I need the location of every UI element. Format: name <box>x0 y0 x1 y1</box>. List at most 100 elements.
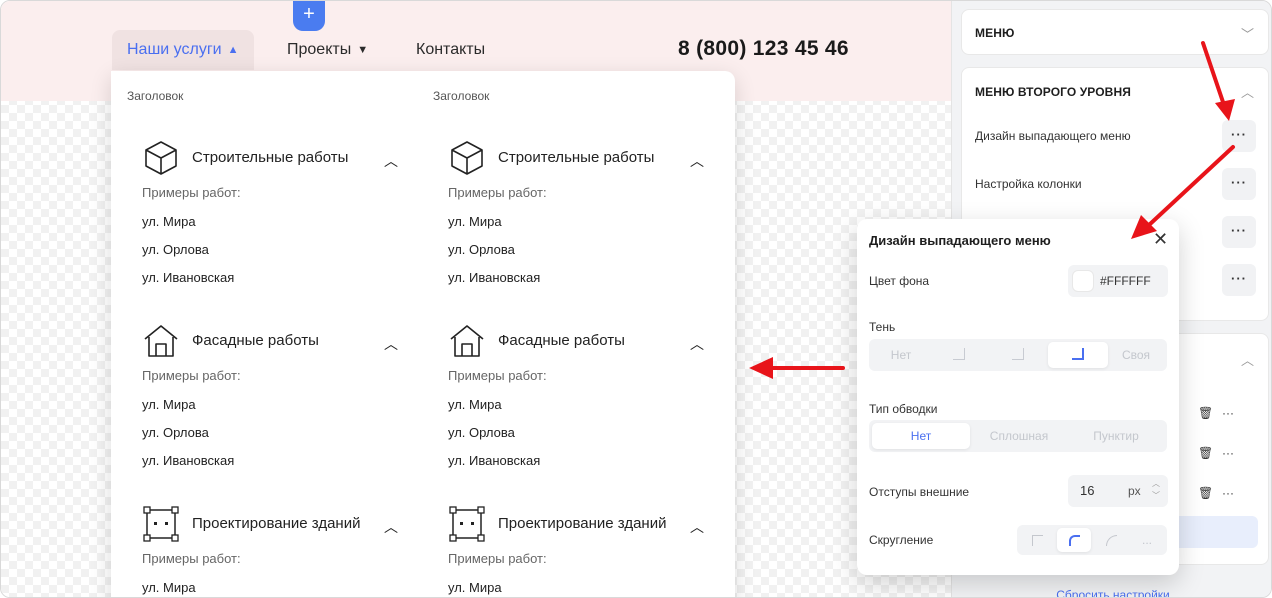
cube-icon <box>145 141 177 175</box>
section-title: Строительные работы <box>192 149 349 166</box>
outer-margin-value: 16 <box>1080 483 1095 498</box>
nav-services-label: Наши услуги <box>127 41 222 58</box>
shadow-option-custom[interactable]: Своя <box>1108 342 1164 368</box>
shadow-option-medium[interactable] <box>988 342 1048 368</box>
dropdown-design-popup: Дизайн выпадающего меню ✕ Цвет фона #FFF… <box>857 219 1179 575</box>
nav-item-projects[interactable]: Проекты ▼ <box>287 30 368 70</box>
list-item[interactable]: ул. Орлова <box>448 425 515 440</box>
section-title: Проектирование зданий <box>498 515 667 532</box>
nav-contacts-label: Контакты <box>416 41 486 58</box>
phone-number[interactable]: 8 (800) 123 45 46 <box>678 37 849 61</box>
shadow-label: Тень <box>869 320 896 334</box>
popup-title: Дизайн выпадающего меню <box>869 233 1051 248</box>
stepper-icon[interactable]: ︿ ﹀ <box>1152 478 1160 502</box>
outer-margin-input[interactable]: 16 px ︿ ﹀ <box>1068 475 1168 507</box>
trash-icon[interactable]: 🗑 <box>1198 486 1213 500</box>
blueprint-icon <box>143 506 179 542</box>
chevron-up-icon: ▲ <box>227 44 239 56</box>
list-item[interactable]: ул. Ивановская <box>142 270 234 285</box>
shadow-option-small[interactable] <box>930 342 988 368</box>
section-title: Проектирование зданий <box>192 515 361 532</box>
trash-icon[interactable]: 🗑 <box>1198 446 1213 460</box>
chevron-up-icon[interactable]: ︿ <box>690 334 704 354</box>
border-option-dashed[interactable]: Пунктир <box>1068 423 1164 449</box>
outer-margin-unit: px <box>1128 484 1141 498</box>
list-item[interactable]: ул. Орлова <box>448 242 515 257</box>
section-title: Фасадные работы <box>498 332 625 349</box>
more-icon[interactable]: ··· <box>1222 446 1234 460</box>
column-title: Заголовок <box>127 89 184 103</box>
house-icon <box>144 325 178 357</box>
color-swatch[interactable] <box>1072 270 1094 292</box>
list-item[interactable]: ул. Мира <box>142 580 196 595</box>
nav-item-services[interactable]: Наши услуги ▲ <box>112 30 254 70</box>
radius-option-large[interactable] <box>1094 528 1128 552</box>
list-item[interactable]: ул. Мира <box>142 214 196 229</box>
bg-color-field[interactable]: #FFFFFF <box>1068 265 1168 297</box>
shadow-large-icon <box>1072 348 1084 360</box>
list-item[interactable]: ул. Мира <box>142 397 196 412</box>
more-icon[interactable]: ··· <box>1222 406 1234 420</box>
section-subheading: Примеры работ: <box>142 185 241 200</box>
shadow-option-none[interactable]: Нет <box>872 342 930 368</box>
blueprint-icon <box>449 506 485 542</box>
corner-radius-label: Скругление <box>869 533 934 547</box>
card-title: МЕНЮ ВТОРОГО УРОВНЯ <box>975 85 1131 99</box>
card-title: МЕНЮ <box>975 26 1015 40</box>
list-item[interactable]: ул. Мира <box>448 397 502 412</box>
chevron-up-icon[interactable]: ︿ <box>384 334 398 354</box>
section-title: Строительные работы <box>498 149 655 166</box>
list-item[interactable]: ул. Мира <box>448 214 502 229</box>
nav-projects-label: Проекты <box>287 41 352 58</box>
shadow-selector: Нет Своя <box>869 339 1167 371</box>
more-icon[interactable]: ··· <box>1222 486 1234 500</box>
nav-item-contacts[interactable]: Контакты <box>416 30 485 70</box>
annotation-arrow <box>1201 41 1235 121</box>
border-option-solid[interactable]: Сплошная <box>970 423 1068 449</box>
chevron-down-icon[interactable]: ﹀ <box>1241 24 1254 43</box>
column-title: Заголовок <box>433 89 490 103</box>
radius-option-small[interactable] <box>1057 528 1091 552</box>
dropdown-column: Заголовок Строительные работы ︿ Примеры … <box>417 71 723 597</box>
section-subheading: Примеры работ: <box>142 368 241 383</box>
annotation-arrow <box>1131 145 1235 239</box>
section-subheading: Примеры работ: <box>142 551 241 566</box>
chevron-up-icon[interactable]: ︿ <box>384 517 398 537</box>
cube-icon <box>451 141 483 175</box>
section-title: Фасадные работы <box>192 332 319 349</box>
bg-color-value: #FFFFFF <box>1100 274 1151 288</box>
radius-option-custom[interactable]: ... <box>1130 528 1164 552</box>
border-option-none[interactable]: Нет <box>872 423 970 449</box>
reset-settings-link[interactable]: Сбросить настройки <box>952 588 1271 597</box>
chevron-up-icon[interactable]: ︿ <box>384 151 398 171</box>
list-item[interactable]: ул. Ивановская <box>448 270 540 285</box>
dropdown-column: Заголовок Строительные работы ︿ Примеры … <box>111 71 417 597</box>
shadow-medium-icon <box>1012 348 1024 360</box>
more-button[interactable]: ··· <box>1222 264 1256 296</box>
radius-option-none[interactable] <box>1020 528 1054 552</box>
shadow-option-large[interactable] <box>1048 342 1108 368</box>
section-subheading: Примеры работ: <box>448 551 547 566</box>
column-settings-label: Настройка колонки <box>975 177 1082 191</box>
chevron-up-icon[interactable]: ︿ <box>1241 82 1254 101</box>
round-corner-icon <box>1105 535 1117 546</box>
border-type-label: Тип обводки <box>869 402 938 416</box>
site-preview: + Наши услуги ▲ Проекты ▼ Контакты 8 (800)… <box>1 1 951 597</box>
add-block-button[interactable]: + <box>293 1 325 31</box>
chevron-up-icon[interactable]: ︿ <box>1241 350 1254 369</box>
list-item[interactable]: ул. Орлова <box>142 242 209 257</box>
chevron-down-icon: ▼ <box>357 44 369 56</box>
square-corner-icon <box>1031 535 1043 546</box>
list-item[interactable]: ул. Орлова <box>142 425 209 440</box>
list-item[interactable]: ул. Ивановская <box>448 453 540 468</box>
list-item[interactable]: ул. Мира <box>448 580 502 595</box>
annotation-arrow <box>749 357 845 379</box>
section-subheading: Примеры работ: <box>448 185 547 200</box>
outer-margin-label: Отступы внешние <box>869 485 970 499</box>
trash-icon[interactable]: 🗑 <box>1198 406 1213 420</box>
chevron-up-icon[interactable]: ︿ <box>690 151 704 171</box>
bg-color-label: Цвет фона <box>869 274 930 288</box>
list-item[interactable]: ул. Ивановская <box>142 453 234 468</box>
chevron-up-icon[interactable]: ︿ <box>690 517 704 537</box>
screen: + Наши услуги ▲ Проекты ▼ Контакты 8 (800)… <box>0 0 1272 598</box>
